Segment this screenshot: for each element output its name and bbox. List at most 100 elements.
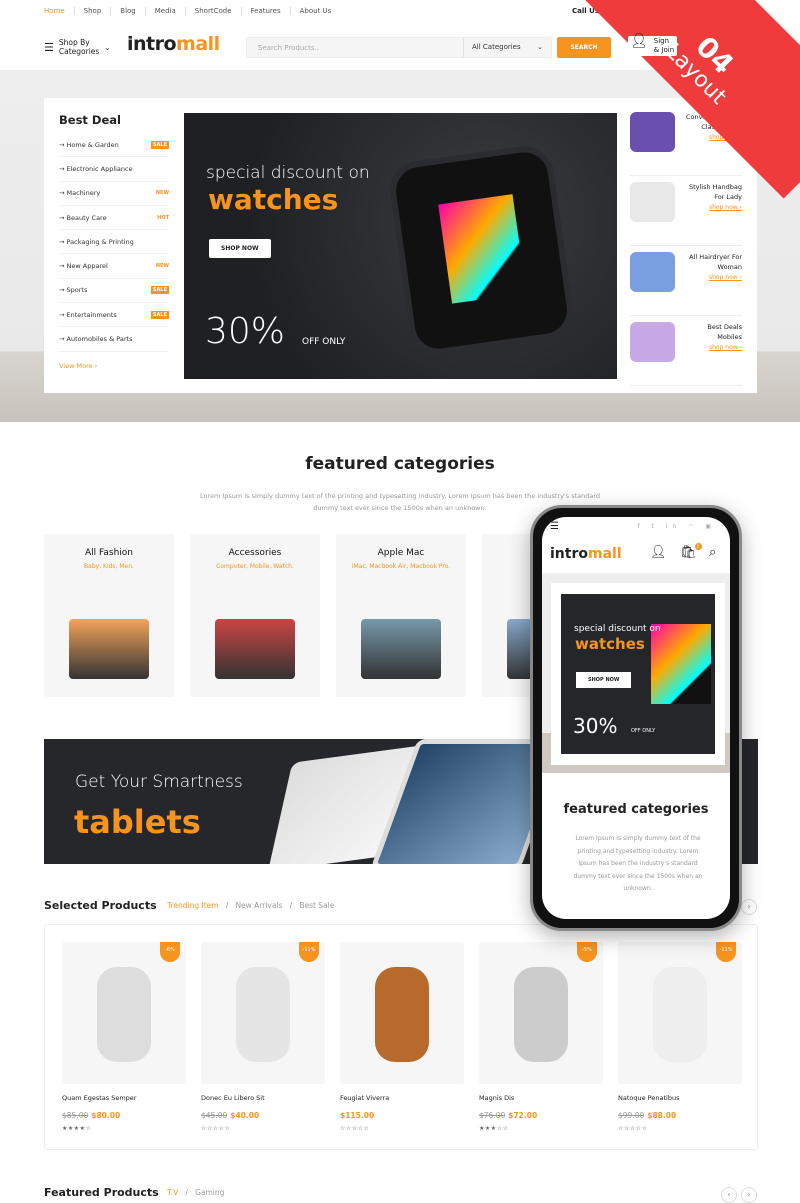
rating-stars: ★★★★☆: [62, 1125, 92, 1132]
featured-products-tabs: T.V / Gaming: [167, 1188, 224, 1197]
product-price: $115.00: [340, 1111, 464, 1120]
rating-stars: ★★★☆☆: [479, 1125, 509, 1132]
best-deal-item[interactable]: → Home & Garden SALE: [59, 133, 169, 158]
tab-best-sale[interactable]: Best Sale: [299, 901, 334, 910]
sign-in-link[interactable]: 👤︎ Sign & Join: [628, 34, 678, 56]
featured-products-title: Featured Products: [44, 1186, 159, 1199]
old-price: $99.00: [618, 1111, 645, 1120]
nav-shop[interactable]: Shop: [73, 7, 111, 15]
price: $72.00: [508, 1111, 538, 1120]
product-price: $85.00 $80.00: [62, 1111, 186, 1120]
phone-hero-banner[interactable]: special discount on watches SHOP NOW 30%…: [561, 594, 715, 754]
product-image: [340, 942, 464, 1084]
separator: /: [225, 901, 229, 910]
old-price: $45.00: [201, 1111, 228, 1120]
nav-features[interactable]: Features: [240, 7, 290, 15]
product-card[interactable]: -11% Donec Eu Libero Sit $45.00 $40.00 ☆☆☆☆☆: [201, 942, 325, 1132]
nav-about[interactable]: About Us: [289, 7, 341, 15]
separator: /: [289, 901, 293, 910]
watch-image: [386, 142, 577, 359]
product-card[interactable]: -11% Natoque Penatibus $99.00 $88.00 ☆☆☆☆☆: [618, 942, 742, 1132]
item-badge: SALE: [150, 310, 169, 319]
product-image: -5%: [479, 942, 603, 1084]
social-icons[interactable]: f t in ◠ ▣: [638, 523, 716, 530]
selected-products-title: Selected Products: [44, 899, 157, 912]
product-name[interactable]: Natoque Penatibus: [618, 1094, 742, 1102]
prev-arrow-button[interactable]: ‹: [721, 1187, 737, 1203]
product-image: -11%: [201, 942, 325, 1084]
best-deal-panel: Best Deal → Home & Garden SALE → Electroni…: [44, 98, 184, 393]
side-deal-item[interactable]: Best Deals Mobiles shop now ›: [630, 316, 742, 386]
category-select[interactable]: All Categories ⌄: [463, 38, 551, 57]
tab-trending[interactable]: Trending Item: [167, 901, 219, 910]
product-image: [630, 112, 675, 152]
product-name[interactable]: Quam Egestas Semper: [62, 1094, 186, 1102]
menu-icon[interactable]: ☰: [550, 521, 559, 532]
nav-blog[interactable]: Blog: [110, 7, 144, 15]
item-label: → Beauty Care: [59, 213, 107, 222]
best-deal-item[interactable]: → New Apparel NEW: [59, 254, 169, 279]
nav-home[interactable]: Home: [44, 7, 74, 15]
chevron-down-icon: ⌄: [537, 43, 543, 51]
best-deal-item[interactable]: → Packaging & Printing: [59, 230, 169, 255]
product-name[interactable]: Donec Eu Libero Sit: [201, 1094, 325, 1102]
best-deal-item[interactable]: → Machinery NEW: [59, 182, 169, 206]
next-arrow-button[interactable]: ›: [741, 1187, 757, 1203]
tablets-line2: tablets: [74, 803, 201, 841]
search-icon[interactable]: ⌕: [709, 545, 716, 560]
user-icon[interactable]: 👤︎: [650, 545, 667, 560]
cart-icon[interactable]: 🛍︎ 0: [680, 543, 702, 560]
product-card[interactable]: -6% Quam Egestas Semper $85.00 $80.00 ★★★★☆: [62, 942, 186, 1132]
tab-new-arrivals[interactable]: New Arrivals: [235, 901, 282, 910]
join-label: & Join: [653, 46, 675, 54]
category-image: [361, 619, 441, 679]
phone-featured-title: featured categories: [563, 802, 709, 817]
logo[interactable]: intromall: [127, 33, 220, 55]
rating-stars: ☆☆☆☆☆: [340, 1125, 370, 1132]
shop-now-link[interactable]: shop now ›: [709, 204, 742, 211]
item-label: → New Apparel: [59, 262, 108, 271]
shop-now-link[interactable]: shop now ›: [709, 274, 742, 281]
product-card[interactable]: Feugiat Viverra $115.00 ☆☆☆☆☆: [340, 942, 464, 1132]
product-name[interactable]: Magnis Dis: [479, 1094, 603, 1102]
phone-mockup: ☰ f t in ◠ ▣ intromall 👤︎ 🛍︎ 0 ⌕ special …: [530, 505, 742, 931]
category-card[interactable]: Accessories Computer, Mobile, Watch.: [190, 534, 320, 697]
shop-by-categories-button[interactable]: ☰ Shop By Categories ⌄: [44, 38, 111, 56]
tab-gaming[interactable]: Gaming: [195, 1188, 224, 1197]
category-card[interactable]: All Fashion Baby, Kids, Men.: [44, 534, 174, 697]
product-image: [630, 182, 675, 222]
shop-now-button[interactable]: SHOP NOW: [209, 239, 271, 258]
item-label: → Electronic Appliance: [59, 164, 133, 173]
best-deal-item[interactable]: → Electronic Appliance: [59, 157, 169, 182]
nav-shortcode[interactable]: ShortCode: [184, 7, 241, 15]
search-button[interactable]: SEARCH: [557, 37, 611, 58]
categories-label: Categories: [58, 47, 100, 56]
hero-banner[interactable]: special discount on watches SHOP NOW 30%…: [184, 113, 617, 379]
item-badge: HOT: [157, 214, 169, 221]
rating-stars: ☆☆☆☆☆: [201, 1125, 231, 1132]
side-deal-item[interactable]: Stylish Handbag For Lady shop now ›: [630, 176, 742, 246]
best-deal-item[interactable]: → Entertainments SALE: [59, 303, 169, 328]
side-deal-item[interactable]: All Hairdryer For Woman shop now ›: [630, 246, 742, 316]
item-label: → Sports: [59, 286, 88, 295]
rating-stars: ☆☆☆☆☆: [618, 1125, 648, 1132]
search-input[interactable]: Search Products.. All Categories ⌄: [246, 37, 552, 58]
view-more-link[interactable]: View More ›: [59, 362, 169, 370]
next-arrow-button[interactable]: ›: [741, 899, 757, 915]
best-deal-item[interactable]: → Beauty Care HOT: [59, 206, 169, 231]
category-title: All Fashion: [85, 548, 133, 558]
best-deal-item[interactable]: → Automobiles & Parts: [59, 327, 169, 352]
product-price: $99.00 $88.00: [618, 1111, 742, 1120]
shop-now-link[interactable]: shop now ›: [709, 344, 742, 351]
tab-tv[interactable]: T.V: [167, 1188, 178, 1197]
old-price: $76.00: [479, 1111, 506, 1120]
category-card[interactable]: Apple Mac iMac, Macbook Air, Macbook Pro.: [336, 534, 466, 697]
phone-logo[interactable]: intromall: [550, 546, 622, 562]
deal-title: Best Deals Mobiles: [707, 323, 742, 341]
product-card[interactable]: -5% Magnis Dis $76.00 $72.00 ★★★☆☆: [479, 942, 603, 1132]
best-deal-item[interactable]: → Sports SALE: [59, 279, 169, 304]
product-name[interactable]: Feugiat Viverra: [340, 1094, 464, 1102]
item-label: → Entertainments: [59, 310, 117, 319]
nav-media[interactable]: Media: [144, 7, 185, 15]
phone-shop-now-button[interactable]: SHOP NOW: [576, 672, 632, 688]
